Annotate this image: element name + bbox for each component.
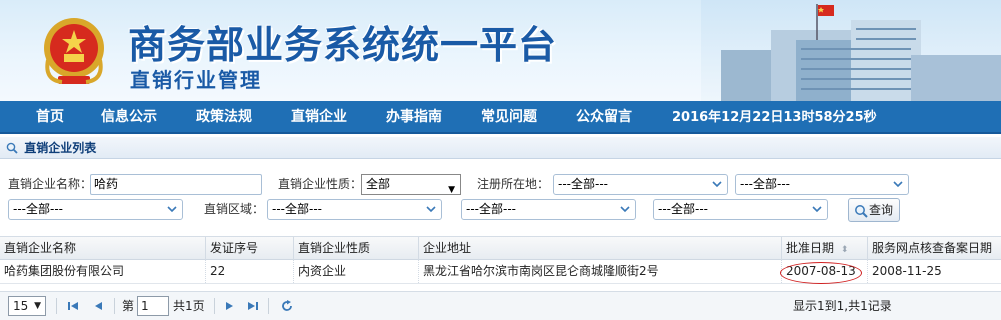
nav-item-guide[interactable]: 办事指南	[386, 101, 442, 134]
page-size-value: 15	[13, 299, 29, 313]
nav-item-info-disclosure[interactable]: 信息公示	[101, 101, 157, 134]
nav-item-public-message[interactable]: 公众留言	[576, 101, 632, 134]
column-header-company-name[interactable]: 直销企业名称	[0, 237, 206, 260]
page-prefix-label: 第	[122, 299, 135, 313]
refresh-icon[interactable]	[280, 299, 294, 313]
search-button-label: 查询	[869, 203, 894, 217]
chevron-down-icon	[620, 206, 630, 213]
national-emblem-icon	[44, 18, 104, 84]
cell-service-outlet-date: 2008-11-25	[872, 264, 942, 278]
sales-area-2-value: ---全部---	[466, 202, 516, 216]
next-page-icon[interactable]	[222, 299, 236, 313]
column-header-service-outlet-date[interactable]: 服务网点核查备案日期	[868, 237, 1001, 260]
registered-location-label: 注册所在地：	[477, 177, 550, 191]
approval-date-header-text: 批准日期	[786, 241, 835, 255]
registered-district-select[interactable]: ---全部---	[8, 199, 183, 220]
company-name-input[interactable]: 哈药	[90, 174, 262, 195]
cell-address: 黑龙江省哈尔滨市南岗区昆仑商城隆顺街2号	[419, 260, 782, 283]
pagination-bar: 15 ▼ 第 1 共1页 显示1到1,共1记录	[0, 291, 1001, 320]
column-header-address[interactable]: 企业地址	[419, 237, 782, 260]
sales-area-select-2[interactable]: ---全部---	[461, 199, 636, 220]
sort-icon: ⬍	[840, 245, 849, 255]
registered-city-select[interactable]: ---全部---	[735, 174, 909, 195]
sales-area-select-1[interactable]: ---全部---	[267, 199, 442, 220]
pager-divider	[114, 298, 115, 314]
pager-divider	[268, 298, 269, 314]
nav-item-policies[interactable]: 政策法规	[196, 101, 252, 134]
header-banner: 商务部业务系统统一平台 直销行业管理	[0, 0, 1001, 101]
sales-area-label: 直销区域：	[204, 202, 265, 216]
table-header: 直销企业名称 发证序号 直销企业性质 企业地址 批准日期 ⬍ 服务网点核查备案日…	[0, 236, 1001, 260]
dropdown-triangle-icon: ▼	[34, 301, 41, 311]
column-header-nature[interactable]: 直销企业性质	[294, 237, 419, 260]
sales-area-1-value: ---全部---	[272, 202, 322, 216]
nav-item-faq[interactable]: 常见问题	[481, 101, 537, 134]
site-title: 商务部业务系统统一平台	[128, 23, 558, 67]
registered-city-value: ---全部---	[740, 177, 790, 191]
nav-item-home[interactable]: 首页	[36, 101, 64, 134]
chevron-down-icon	[812, 206, 822, 213]
pager-divider	[214, 298, 215, 314]
chevron-down-icon	[167, 206, 177, 213]
nature-select[interactable]: 全部 ▼	[361, 174, 461, 195]
chevron-down-icon	[893, 181, 903, 188]
previous-page-icon[interactable]	[92, 299, 106, 313]
cell-nature: 内资企业	[294, 260, 419, 283]
registered-district-value: ---全部---	[13, 202, 63, 216]
sales-area-3-value: ---全部---	[658, 202, 708, 216]
nature-select-value: 全部	[366, 177, 391, 191]
search-icon	[855, 205, 868, 218]
column-header-license-no[interactable]: 发证序号	[206, 237, 294, 260]
registered-province-value: ---全部---	[558, 177, 608, 191]
column-header-approval-date[interactable]: 批准日期 ⬍	[782, 237, 868, 260]
total-pages-label: 共1页	[173, 299, 205, 313]
search-icon	[6, 142, 18, 154]
panel-title: 直销企业列表	[0, 137, 1001, 159]
main-nav: 首页 信息公示 政策法规 直销企业 办事指南 常见问题 公众留言 2016年12…	[0, 101, 1001, 134]
chevron-down-icon	[712, 181, 722, 188]
sales-area-select-3[interactable]: ---全部---	[653, 199, 828, 220]
dropdown-triangle-icon: ▼	[448, 185, 455, 195]
cell-company-name: 哈药集团股份有限公司	[0, 260, 206, 283]
building-illustration-icon	[701, 0, 1001, 101]
page-number-input[interactable]: 1	[137, 296, 169, 316]
cell-license-no: 22	[206, 260, 294, 283]
search-button[interactable]: 查询	[848, 198, 900, 222]
record-summary: 显示1到1,共1记录	[793, 299, 892, 313]
nav-item-direct-sales-companies[interactable]: 直销企业	[291, 101, 347, 134]
chevron-down-icon	[426, 206, 436, 213]
panel-title-text: 直销企业列表	[24, 141, 97, 155]
page-size-select[interactable]: 15 ▼	[8, 296, 46, 316]
site-subtitle: 直销行业管理	[130, 68, 262, 92]
last-page-icon[interactable]	[246, 299, 260, 313]
first-page-icon[interactable]	[66, 299, 80, 313]
nature-label: 直销企业性质：	[278, 177, 363, 191]
pager-divider	[56, 298, 57, 314]
registered-province-select[interactable]: ---全部---	[553, 174, 728, 195]
current-datetime: 2016年12月22日13时58分25秒	[672, 110, 877, 125]
highlight-circle-annotation	[780, 262, 862, 284]
company-name-label: 直销企业名称：	[8, 177, 93, 191]
